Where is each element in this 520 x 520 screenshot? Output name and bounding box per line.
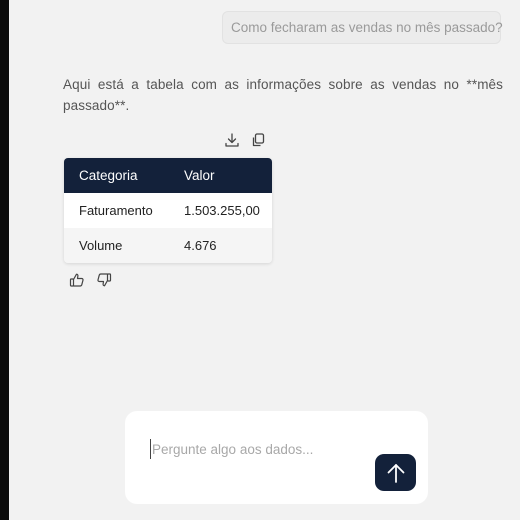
table-header-cell: Valor <box>184 168 215 183</box>
sales-table: Categoria Valor Faturamento 1.503.255,00… <box>64 158 272 263</box>
feedback-buttons <box>69 272 112 288</box>
user-message-bubble: Como fecharam as vendas no mês passado? <box>222 11 503 44</box>
table-row: Faturamento 1.503.255,00 <box>64 193 272 228</box>
table-row: Volume 4.676 <box>64 228 272 263</box>
send-button[interactable] <box>375 454 416 491</box>
chat-input[interactable] <box>150 439 380 459</box>
table-cell: Faturamento <box>79 203 153 218</box>
download-icon[interactable] <box>224 132 240 148</box>
table-cell: Volume <box>79 238 123 253</box>
arrow-up-icon <box>387 463 404 483</box>
chat-composer <box>125 411 428 504</box>
thumbs-up-icon[interactable] <box>69 272 85 288</box>
user-message-text: Como fecharam as vendas no mês passado? <box>231 20 503 35</box>
table-toolbar <box>224 130 268 150</box>
thumbs-down-icon[interactable] <box>96 272 112 288</box>
table-header-cell: Categoria <box>79 168 138 183</box>
table-cell: 4.676 <box>184 238 217 253</box>
window-edge <box>0 0 9 520</box>
table-header-row: Categoria Valor <box>64 158 272 193</box>
copy-icon[interactable] <box>250 132 266 148</box>
assistant-message-text: Aqui está a tabela com as informações so… <box>63 77 503 113</box>
table-cell: 1.503.255,00 <box>184 203 260 218</box>
